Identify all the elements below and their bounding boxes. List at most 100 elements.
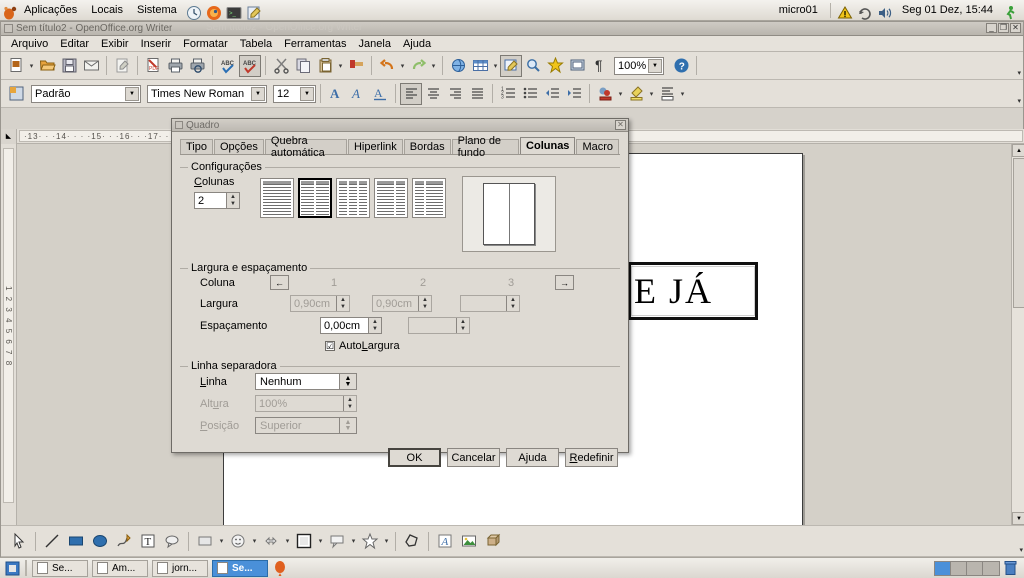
basic-shapes-dropdown[interactable]: ▾ bbox=[217, 530, 226, 552]
underline-icon[interactable]: A bbox=[369, 83, 391, 105]
tab-plano-de-fundo[interactable]: Plano de fundo bbox=[451, 135, 520, 159]
autowidth-checkbox[interactable]: ☑ bbox=[325, 341, 335, 351]
numbered-list-icon[interactable]: 123 bbox=[497, 83, 519, 105]
decrease-indent-icon[interactable] bbox=[541, 83, 563, 105]
scroll-down-button[interactable]: ▼ bbox=[1012, 512, 1024, 525]
font-color-dropdown[interactable]: ▾ bbox=[616, 83, 625, 105]
background-color-icon[interactable] bbox=[656, 83, 678, 105]
help-icon[interactable]: ? bbox=[670, 55, 692, 77]
task-button-2[interactable]: Am... bbox=[92, 559, 148, 577]
autospellcheck-icon[interactable]: ABC bbox=[239, 54, 261, 77]
fontwork-icon[interactable]: A bbox=[433, 529, 457, 553]
workspace-4[interactable] bbox=[983, 561, 999, 575]
symbol-shapes-icon[interactable] bbox=[226, 529, 250, 553]
undo-dropdown[interactable]: ▾ bbox=[398, 55, 407, 77]
width-spinner-3[interactable]: ▲ ▼ bbox=[506, 296, 519, 311]
print-icon[interactable] bbox=[164, 55, 186, 77]
new-document-dropdown[interactable]: ▾ bbox=[27, 55, 36, 77]
flowchart-dropdown[interactable]: ▾ bbox=[316, 530, 325, 552]
reset-button[interactable]: Redefinir bbox=[565, 448, 618, 467]
vertical-scrollbar[interactable]: ▲ ▼ bbox=[1011, 144, 1024, 525]
ruler-corner-icon[interactable]: ◣ bbox=[1, 128, 17, 144]
drawing-toolbar-overflow[interactable]: ▾ bbox=[1019, 546, 1023, 554]
volume-icon[interactable] bbox=[877, 5, 893, 21]
highlight-dropdown[interactable]: ▾ bbox=[647, 83, 656, 105]
minimize-button[interactable]: _ bbox=[986, 23, 997, 33]
formatting-toolbar-overflow[interactable]: ▾ bbox=[1017, 97, 1021, 105]
panel-menu-sistema[interactable]: Sistema bbox=[130, 0, 184, 21]
gallery-icon[interactable] bbox=[544, 55, 566, 77]
menu-inserir[interactable]: Inserir bbox=[135, 36, 178, 52]
table-icon[interactable] bbox=[469, 55, 491, 77]
workspace-3[interactable] bbox=[967, 561, 983, 575]
column-preset-5[interactable] bbox=[412, 178, 446, 218]
trash-icon[interactable] bbox=[1000, 557, 1020, 578]
vertical-ruler[interactable]: 1 2 3 4 5 6 7 8 bbox=[1, 144, 17, 525]
export-pdf-icon[interactable]: PDF bbox=[142, 55, 164, 77]
width-field-3[interactable]: ▲ ▼ bbox=[460, 295, 520, 312]
window-controls[interactable]: _ ❐ ✕ bbox=[986, 23, 1021, 33]
task-button-4[interactable]: Se... bbox=[212, 559, 268, 577]
line-dropdown[interactable]: Nenhum ▲ ▼ bbox=[255, 373, 357, 390]
height-spinner[interactable]: ▲ ▼ bbox=[343, 396, 356, 411]
menu-tabela[interactable]: Tabela bbox=[234, 36, 278, 52]
increase-indent-icon[interactable] bbox=[563, 83, 585, 105]
edit-file-icon[interactable] bbox=[111, 55, 133, 77]
menu-exibir[interactable]: Exibir bbox=[95, 36, 135, 52]
next-column-button[interactable]: → bbox=[555, 275, 574, 290]
font-name-combo[interactable]: Times New Roman ▼ bbox=[147, 84, 267, 103]
align-left-icon[interactable] bbox=[400, 82, 422, 105]
zoom-dropdown-arrow[interactable]: ▼ bbox=[648, 58, 662, 73]
apply-style-icon[interactable] bbox=[5, 83, 27, 105]
callouts-icon[interactable] bbox=[160, 529, 184, 553]
text-frame[interactable]: E JÁ bbox=[628, 262, 758, 320]
save-icon[interactable] bbox=[58, 55, 80, 77]
print-preview-icon[interactable] bbox=[186, 55, 208, 77]
frame-dialog[interactable]: Quadro ✕ Tipo Opções Quebra automática H… bbox=[171, 118, 629, 467]
workspace-switcher[interactable] bbox=[934, 560, 1000, 576]
spacing-field-1[interactable]: 0,00cm ▲ ▼ bbox=[320, 317, 382, 334]
task-button-1[interactable]: Se... bbox=[32, 559, 88, 577]
menu-janela[interactable]: Janela bbox=[353, 36, 397, 52]
select-icon[interactable] bbox=[7, 529, 31, 553]
stars-icon[interactable] bbox=[358, 529, 382, 553]
flowchart-icon[interactable] bbox=[292, 529, 316, 553]
dialog-close-button[interactable]: ✕ bbox=[615, 120, 626, 130]
menu-arquivo[interactable]: Arquivo bbox=[5, 36, 54, 52]
line-icon[interactable] bbox=[40, 529, 64, 553]
column-preset-3[interactable] bbox=[336, 178, 370, 218]
position-dropdown[interactable]: Superior ▲ ▼ bbox=[255, 417, 357, 434]
align-right-icon[interactable] bbox=[444, 83, 466, 105]
font-name-arrow[interactable]: ▼ bbox=[251, 86, 265, 101]
justify-icon[interactable] bbox=[466, 83, 488, 105]
panel-menu-aplicacoes[interactable]: Aplicações bbox=[20, 0, 84, 21]
basic-shapes-icon[interactable] bbox=[193, 529, 217, 553]
width-spinner-2[interactable]: ▲ ▼ bbox=[418, 296, 431, 311]
paste-dropdown[interactable]: ▾ bbox=[336, 55, 345, 77]
clone-formatting-icon[interactable] bbox=[345, 55, 367, 77]
background-color-dropdown[interactable]: ▾ bbox=[678, 83, 687, 105]
spacing-spinner-2[interactable]: ▲ ▼ bbox=[456, 318, 469, 333]
callout-shapes-dropdown[interactable]: ▾ bbox=[349, 530, 358, 552]
ok-button[interactable]: OK bbox=[388, 448, 441, 467]
italic-icon[interactable]: A bbox=[347, 83, 369, 105]
line-dropdown-arrow[interactable]: ▲ ▼ bbox=[339, 374, 356, 389]
open-icon[interactable] bbox=[36, 55, 58, 77]
font-size-combo[interactable]: 12 ▼ bbox=[273, 84, 316, 103]
gnome-foot-icon[interactable] bbox=[2, 5, 18, 21]
width-field-1[interactable]: 0,90cm ▲ ▼ bbox=[290, 295, 350, 312]
menu-editar[interactable]: Editar bbox=[54, 36, 95, 52]
workspace-2[interactable] bbox=[951, 561, 967, 575]
email-icon[interactable] bbox=[80, 55, 102, 77]
tab-opcoes[interactable]: Opções bbox=[214, 139, 264, 154]
maximize-button[interactable]: ❐ bbox=[998, 23, 1009, 33]
show-desktop-icon[interactable] bbox=[2, 559, 22, 577]
width-field-2[interactable]: 0,90cm ▲ ▼ bbox=[372, 295, 432, 312]
extrusion-icon[interactable] bbox=[481, 529, 505, 553]
tab-macro[interactable]: Macro bbox=[576, 139, 619, 154]
rectangle-icon[interactable] bbox=[64, 529, 88, 553]
block-arrows-icon[interactable] bbox=[259, 529, 283, 553]
from-file-icon[interactable] bbox=[457, 529, 481, 553]
polygon-icon[interactable] bbox=[400, 529, 424, 553]
editor-icon[interactable] bbox=[246, 5, 262, 21]
